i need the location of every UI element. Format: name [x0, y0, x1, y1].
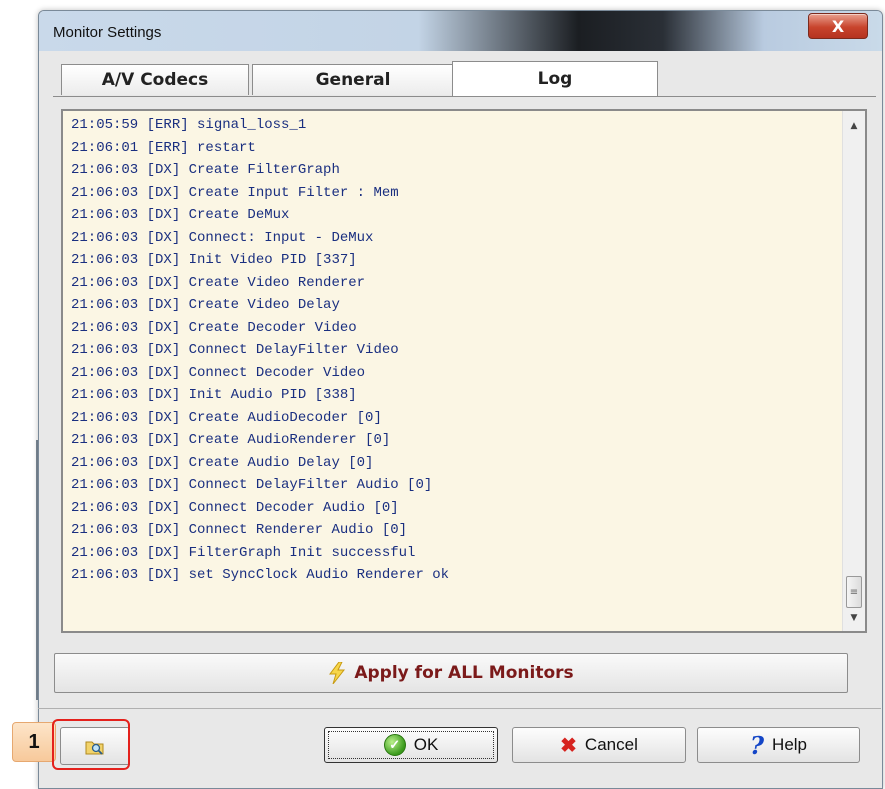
green-check-icon: ✓	[383, 734, 406, 756]
log-line: 21:06:03 [DX] Connect Decoder Video	[71, 364, 366, 381]
vertical-scrollbar[interactable]: ▲ ≡ ▼	[842, 111, 865, 631]
tab-label: A/V Codecs	[101, 70, 209, 90]
log-line: 21:06:03 [DX] Create DeMux	[71, 207, 290, 223]
tab-general[interactable]: General	[252, 64, 454, 95]
callout-number: 1	[28, 730, 40, 753]
lightning-bolt-icon	[328, 661, 346, 685]
log-line: 21:06:03 [DX] Create AudioDecoder [0]	[71, 409, 382, 426]
apply-all-label: Apply for ALL Monitors	[354, 663, 574, 683]
callout-badge: 1	[12, 722, 56, 762]
help-button[interactable]: ? Help	[697, 727, 860, 763]
red-x-icon: ✖	[560, 734, 577, 757]
cancel-button[interactable]: ✖ Cancel	[512, 727, 686, 763]
log-textarea[interactable]: 21:05:59 [ERR] signal_loss_1 21:06:01 [E…	[61, 109, 867, 633]
cancel-label: Cancel	[584, 735, 638, 754]
close-button[interactable]: X	[808, 13, 868, 39]
help-label: Help	[772, 735, 808, 754]
close-icon: X	[831, 16, 845, 36]
log-lines: 21:05:59 [ERR] signal_loss_1 21:06:01 [E…	[71, 114, 841, 587]
log-line: 21:06:03 [DX] Create Decoder Video	[71, 319, 357, 336]
title-bar[interactable]: Monitor Settings X	[39, 11, 882, 51]
tab-strip: A/V Codecs General Log	[53, 61, 882, 96]
footer-divider	[38, 708, 881, 709]
apply-all-monitors-button[interactable]: Apply for ALL Monitors	[54, 653, 848, 693]
scroll-thumb[interactable]: ≡	[846, 576, 862, 608]
scroll-up-arrow-icon[interactable]: ▲	[843, 115, 865, 137]
log-line: 21:06:03 [DX] Create FilterGraph	[71, 162, 340, 178]
tab-label: General	[315, 70, 391, 90]
log-line: 21:06:03 [DX] Connect DelayFilter Audio …	[71, 477, 433, 493]
question-mark-icon: ?	[749, 730, 765, 760]
log-line: 21:06:03 [DX] Create Input Filter : Mem	[71, 184, 399, 201]
tab-log[interactable]: Log	[452, 61, 658, 96]
ok-button[interactable]: ✓ OK	[324, 727, 498, 763]
log-line: 21:06:03 [DX] Create AudioRenderer [0]	[71, 432, 391, 448]
highlight-annotation	[52, 719, 130, 770]
log-line: 21:06:03 [DX] FilterGraph Init successfu…	[71, 544, 416, 561]
tab-label: Log	[537, 69, 573, 89]
log-line: 21:06:03 [DX] Create Video Renderer	[71, 274, 366, 291]
log-line: 21:06:03 [DX] Init Video PID [337]	[71, 252, 357, 268]
ok-label: OK	[413, 735, 439, 754]
log-line: 21:06:03 [DX] Create Audio Delay [0]	[71, 454, 374, 471]
log-line: 21:06:03 [DX] Connect DelayFilter Video	[71, 342, 399, 358]
log-line: 21:06:01 [ERR] restart	[71, 139, 256, 156]
log-line: 21:06:03 [DX] Create Video Delay	[71, 297, 340, 313]
tab-av-codecs[interactable]: A/V Codecs	[61, 64, 249, 95]
scroll-down-arrow-icon[interactable]: ▼	[843, 607, 865, 629]
log-line: 21:06:03 [DX] Connect: Input - DeMux	[71, 229, 374, 246]
log-line: 21:06:03 [DX] Connect Renderer Audio [0]	[71, 522, 408, 538]
log-line: 21:06:03 [DX] Init Audio PID [338]	[71, 387, 357, 403]
log-line: 21:06:03 [DX] Connect Decoder Audio [0]	[71, 499, 399, 516]
log-line: 21:05:59 [ERR] signal_loss_1	[71, 117, 307, 133]
log-line: 21:06:03 [DX] set SyncClock Audio Render…	[71, 567, 450, 583]
window-title: Monitor Settings	[53, 24, 162, 41]
log-tab-panel: 21:05:59 [ERR] signal_loss_1 21:06:01 [E…	[53, 96, 876, 647]
